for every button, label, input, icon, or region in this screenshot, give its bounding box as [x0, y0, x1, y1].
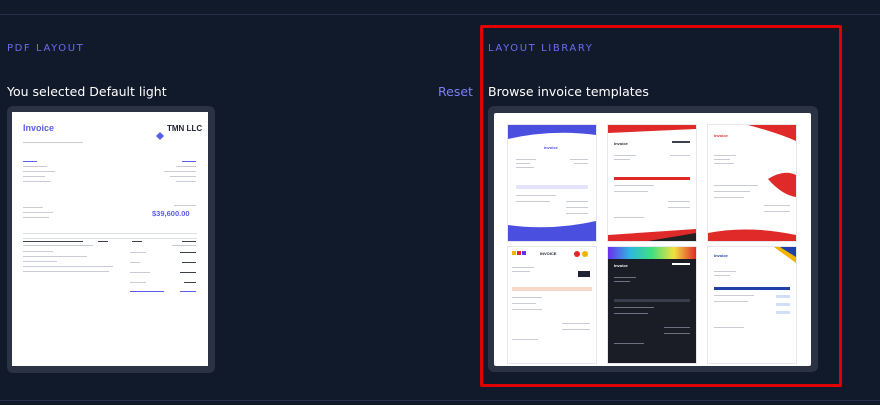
template-blue-yellow[interactable]: Invoice — [708, 247, 796, 363]
selected-layout-label: You selected Default light — [7, 84, 167, 99]
diamond-logo-icon — [156, 125, 164, 140]
template-dark-gradient[interactable]: Invoice — [608, 247, 696, 363]
template-gallery[interactable]: Invoice Invoice Invoice INVOICE Invoice … — [488, 106, 818, 372]
reset-button[interactable]: Reset — [438, 84, 473, 99]
pdf-layout-heading: PDF LAYOUT — [7, 43, 85, 54]
selected-layout-preview: Invoice TMN LLC $39,600.00 — [7, 106, 215, 373]
bottom-divider — [0, 400, 880, 401]
template-red-slant[interactable]: Invoice — [608, 125, 696, 241]
template-title: Invoice — [714, 253, 728, 258]
template-grid: Invoice Invoice Invoice INVOICE Invoice … — [494, 113, 811, 366]
template-title: Invoice — [614, 263, 628, 268]
template-blue-wave[interactable]: Invoice — [508, 125, 596, 241]
browse-templates-label: Browse invoice templates — [488, 84, 649, 99]
preview-total-amount: $39,600.00 — [152, 209, 190, 218]
preview-invoice-title: Invoice — [23, 123, 55, 133]
template-red-curve[interactable]: Invoice — [708, 125, 796, 241]
template-multi-color[interactable]: INVOICE — [508, 247, 596, 363]
preview-company-name: TMN LLC — [167, 124, 203, 133]
template-title: Invoice — [614, 141, 628, 146]
template-title: INVOICE — [540, 251, 557, 256]
template-title: Invoice — [544, 145, 558, 150]
layout-library-heading: LAYOUT LIBRARY — [488, 43, 594, 54]
invoice-preview-page: Invoice TMN LLC $39,600.00 — [12, 112, 208, 366]
template-title: Invoice — [714, 133, 728, 138]
top-divider — [0, 14, 880, 15]
